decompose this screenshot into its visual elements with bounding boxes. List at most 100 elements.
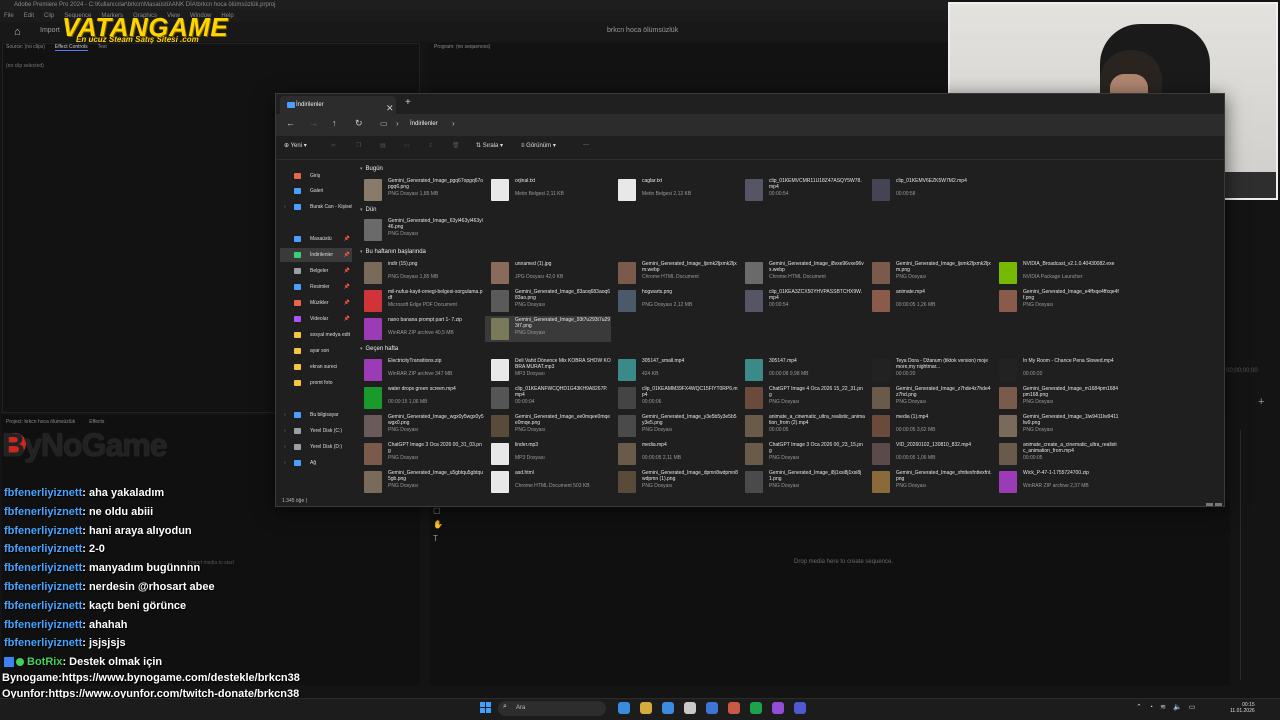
file-item[interactable]: In My Room - Chance Pena Slowed.mp4 00:00…: [993, 357, 1119, 383]
chevron-down-icon[interactable]: ▾: [360, 207, 363, 213]
sidebar-item[interactable]: sosyal medya edit: [280, 328, 352, 342]
file-item[interactable]: asd.html Chrome HTML Document 503 KB: [485, 469, 611, 495]
file-item[interactable]: clip_01KEAMM39FX4WQC15FIYT0RP6.mp4 00:00:…: [612, 385, 738, 411]
sidebar-item[interactable]: Galeri: [280, 184, 352, 198]
file-item[interactable]: VID_20260102_130810_832.mp4 00:00:05 1,06…: [866, 441, 992, 467]
file-item[interactable]: Gemini_Generated_Image_i8j1xsi8j1xsi8j1.…: [739, 469, 865, 495]
chevron-right-icon[interactable]: ›: [396, 119, 399, 128]
file-item[interactable]: Gemini_Generated_Image_63yl463yl463yl46.…: [358, 217, 484, 243]
sidebar-item[interactable]: › Burak Can - Kişisel: [280, 200, 352, 214]
file-explorer-window[interactable]: İndirilenler ✕ + ← → ↑ ↻ ▭ › İndirilenle…: [275, 93, 1225, 507]
share-icon[interactable]: ⇪: [428, 142, 433, 149]
file-item[interactable]: Teya Dora - Džanum (tiktok version) moje…: [866, 357, 992, 383]
file-item[interactable]: clip_01KEMV6EZK5W7M2.mp4 00:00:58: [866, 177, 992, 203]
file-item[interactable]: Gemini_Generated_Image_pgq67opgq67opgq6.…: [358, 177, 484, 203]
menu-item[interactable]: Clip: [44, 13, 54, 19]
new-tab-button[interactable]: +: [405, 97, 411, 108]
chat-username[interactable]: fbfenerliyiznett: [4, 525, 82, 537]
file-item[interactable]: Gemini_Generated_Image_z7hde4z7hde4z7hd.…: [866, 385, 992, 411]
copy-icon[interactable]: ❐: [356, 142, 361, 149]
chevron-right-icon[interactable]: ›: [284, 408, 286, 422]
windows-start-icon[interactable]: [480, 702, 492, 714]
chat-username[interactable]: fbfenerliyiznett: [4, 543, 82, 555]
file-item[interactable]: ChatGPT Image 3 Oca 2026 00_31_03.png PNG…: [358, 441, 484, 467]
file-item[interactable]: orjinal.txt Metin Belgesi 2,11 KB: [485, 177, 611, 203]
type-tool-icon[interactable]: T: [433, 534, 445, 543]
new-button[interactable]: ⊕ Yeni ▾: [284, 142, 307, 149]
add-button[interactable]: +: [1258, 396, 1264, 408]
paste-icon[interactable]: ▤: [380, 142, 386, 149]
back-icon[interactable]: ←: [286, 118, 295, 128]
taskbar-app-icon[interactable]: [706, 702, 718, 714]
group-header[interactable]: ▾ Bu haftanın başlarında: [360, 249, 426, 255]
file-item[interactable]: Gemini_Generated_Image_u5gbtqu5gbtqu5gb.…: [358, 469, 484, 495]
chat-username[interactable]: BotRix: [27, 656, 62, 668]
chevron-right-icon[interactable]: ›: [284, 424, 286, 438]
address-bar[interactable]: [376, 117, 936, 133]
file-item[interactable]: 305147.mp4 00:00:08 9,98 MB: [739, 357, 865, 383]
project-tab[interactable]: Effects: [89, 419, 104, 425]
monitor-icon[interactable]: ▭: [380, 119, 388, 128]
sidebar-item[interactable]: Giriş: [280, 169, 352, 183]
chat-username[interactable]: fbfenerliyiznett: [4, 506, 82, 518]
group-header[interactable]: ▾ Geçen hafta: [360, 346, 398, 352]
chevron-right-icon[interactable]: ›: [284, 456, 286, 470]
file-item[interactable]: Gemini_Generated_Image_y3e5b5y3e5b5y3e5.…: [612, 413, 738, 439]
file-item[interactable]: ElectricityTransitions.zip WinRAR ZIP arc…: [358, 357, 484, 383]
system-tray[interactable]: ⌃ ◔ ≋ 🔈 ▭: [1136, 703, 1202, 711]
chat-username[interactable]: fbfenerliyiznett: [4, 600, 82, 612]
sidebar-item[interactable]: ekran sureci: [280, 360, 352, 374]
file-item[interactable]: Wick_P-47-1-1755724700.zip WinRAR ZIP arc…: [993, 469, 1119, 495]
taskbar-clock[interactable]: 00:15 11.01.2026: [1230, 702, 1255, 714]
chevron-down-icon[interactable]: ▾: [360, 249, 363, 255]
menu-item[interactable]: File: [4, 13, 14, 19]
file-item[interactable]: clip_01KEA3ZCX50YHVPASSBTCHX9W.mp4 00:00:…: [739, 288, 865, 314]
sidebar-item[interactable]: promt foto: [280, 376, 352, 390]
selection-tool-icon[interactable]: ▢: [433, 506, 445, 515]
sidebar-item[interactable]: › Yerel Disk (D:): [280, 440, 352, 454]
more-options-icon[interactable]: ···: [583, 142, 589, 148]
file-item[interactable]: Gemini_Generated_Image_i8vxe96vxe96vx.we…: [739, 260, 865, 286]
file-item[interactable]: Gemini_Generated_Image_dpmn8wdpmn8wdpmn …: [612, 469, 738, 495]
file-item[interactable]: ChatGPT Image 4 Oca 2026 15_22_31.png PNG…: [739, 385, 865, 411]
file-item[interactable]: indir (15).png PNG Dosyası 1,85 MB: [358, 260, 484, 286]
file-item[interactable]: Gemini_Generated_Image_93t7u293t7u293t7.…: [485, 316, 611, 342]
file-item[interactable]: NVIDIA_Broadcast_v2.1.0.40430082.exe NVID…: [993, 260, 1119, 286]
file-item[interactable]: media.mp4 00:00:05 2,11 MB: [612, 441, 738, 467]
sidebar-item[interactable]: › Bu bilgisayar: [280, 408, 352, 422]
taskbar-app-icon[interactable]: [684, 702, 696, 714]
file-item[interactable]: linder.mp3 MP3 Dosyası: [485, 441, 611, 467]
taskbar-app-icon[interactable]: [750, 702, 762, 714]
taskbar-app-icon[interactable]: [794, 702, 806, 714]
file-item[interactable]: Deli Vahit Dönence Mix KOBRA SHOW KOBRA …: [485, 357, 611, 383]
group-header[interactable]: ▾ Bugün: [360, 166, 383, 172]
file-item[interactable]: animate_a_cinematic_ultra_realistic_anim…: [739, 413, 865, 439]
hand-tool-icon[interactable]: ✋: [433, 520, 445, 529]
file-item[interactable]: Gemini_Generated_Image_xfnttexfnttexfnt.…: [866, 469, 992, 495]
chevron-right-icon[interactable]: ›: [452, 119, 455, 128]
file-item[interactable]: Gemini_Generated_Image_ljxmk2ljxmk2ljxm.…: [612, 260, 738, 286]
sidebar-item[interactable]: Masaüstü 📌: [280, 232, 352, 246]
sidebar-item[interactable]: › Yerel Disk (C:): [280, 424, 352, 438]
file-item[interactable]: animate.mp4 00:00:05 1,26 MB: [866, 288, 992, 314]
sidebar-item[interactable]: › Ağ: [280, 456, 352, 470]
address-segment[interactable]: İndirilenler: [410, 121, 438, 127]
menu-item[interactable]: Edit: [24, 13, 34, 19]
file-item[interactable]: Gemini_Generated_Image_1lw9411lw9411lw9.…: [993, 413, 1119, 439]
view-toggle[interactable]: [1204, 497, 1222, 506]
view-button[interactable]: ≡ Görünüm ▾: [521, 142, 556, 149]
home-icon[interactable]: ⌂: [14, 26, 21, 38]
file-item[interactable]: mil-nufus-kayit-ornegi-belgesi-sorgulama…: [358, 288, 484, 314]
file-item[interactable]: caglar.txt Metin Belgesi 2,12 KB: [612, 177, 738, 203]
taskbar-app-icon[interactable]: [772, 702, 784, 714]
file-item[interactable]: animate_create_a_cinematic_ultra_realist…: [993, 441, 1119, 467]
chevron-right-icon[interactable]: ›: [284, 440, 286, 454]
rename-icon[interactable]: ▭: [404, 142, 410, 149]
group-header[interactable]: ▾ Dün: [360, 207, 377, 213]
up-icon[interactable]: ↑: [332, 118, 337, 128]
taskbar-search[interactable]: Ara: [498, 701, 606, 716]
file-item[interactable]: hogwarts.png PNG Dosyası 2,12 MB: [612, 288, 738, 314]
chat-username[interactable]: fbfenerliyiznett: [4, 581, 82, 593]
file-item[interactable]: Gemini_Generated_Image_e4ffxqe4ffxqe4ff.…: [993, 288, 1119, 314]
taskbar-app-icon[interactable]: [728, 702, 740, 714]
